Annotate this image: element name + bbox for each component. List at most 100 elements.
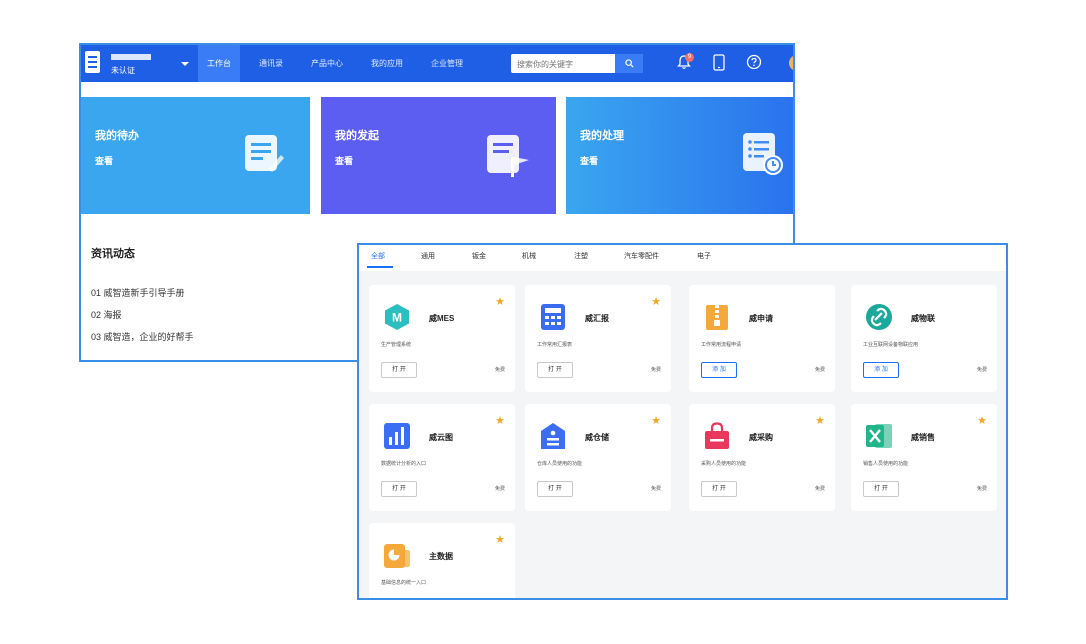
app-description: 工业互联网设备物联应用 [863,342,919,348]
open-button[interactable]: 打 开 [863,481,899,497]
nav-enterprise-admin[interactable]: 企业管理 [423,45,471,82]
active-tab-indicator [367,266,393,268]
folder-zip-icon [706,305,728,330]
app-name: 威销售 [911,433,935,442]
open-button[interactable]: 打 开 [701,481,737,497]
price-label: 免费 [814,367,825,373]
app-description: 工作常用汇报表 [537,342,573,348]
star-icon[interactable]: ★ [977,414,987,427]
app-card-iot[interactable]: 威物联 工业互联网设备物联应用 添 加 免费 [851,285,997,392]
document-flag-icon [487,135,529,177]
app-name: 威云图 [429,433,453,442]
list-clock-icon [743,133,783,175]
warehouse-icon [541,423,565,449]
news-item[interactable]: 03 威智造，企业的好帮手 [91,330,194,343]
price-label: 免费 [976,367,987,373]
price-label: 免费 [650,367,661,373]
price-label: 免费 [494,367,505,373]
card-view-link[interactable]: 查看 [335,154,353,167]
notification-badge: 9 [685,53,694,62]
mobile-icon[interactable] [713,54,725,75]
tab-sheet-metal[interactable]: 钣金 [472,251,486,261]
nav-contacts[interactable]: 通讯录 [251,45,291,82]
app-description: 生产管理系统 [381,342,412,348]
app-description: 仓库人员使用的功能 [537,461,583,467]
tab-machinery[interactable]: 机械 [522,251,536,261]
app-name: 主数据 [429,552,453,561]
tab-electronics[interactable]: 电子 [697,251,711,261]
add-button[interactable]: 添 加 [863,362,899,378]
star-icon[interactable]: ★ [495,414,505,427]
open-button[interactable]: 打 开 [537,481,573,497]
app-card-report[interactable]: 威汇报 ★ 工作常用汇报表 打 开 免费 [525,285,671,392]
app-card-sales[interactable]: 威销售 ★ 销售人员使用的功能 打 开 免费 [851,404,997,511]
card-my-todo[interactable]: 我的待办 查看 [81,97,310,214]
app-card-apply[interactable]: 威申请 工作常用流程申请 添 加 免费 [689,285,835,392]
tab-injection[interactable]: 注塑 [574,251,588,261]
pie-doc-icon [384,544,410,568]
star-icon[interactable]: ★ [495,295,505,308]
price-label: 免费 [814,486,825,492]
hexagon-m-icon: M [385,304,409,330]
price-label: 免费 [650,486,661,492]
search-input[interactable] [511,55,621,74]
app-description: 基础信息的统一入口 [381,580,427,586]
excel-icon [866,424,892,448]
card-title: 我的待办 [95,130,139,142]
open-button[interactable]: 打 开 [381,481,417,497]
card-my-initiated[interactable]: 我的发起 查看 [321,97,556,214]
avatar[interactable] [789,55,793,71]
app-card-warehouse[interactable]: 威仓储 ★ 仓库人员使用的功能 打 开 免费 [525,404,671,511]
document-edit-icon [245,135,284,172]
app-description: 采购人员使用的功能 [701,461,747,467]
app-card-mes[interactable]: M 威MES ★ 生产管理系统 打 开 免费 [369,285,515,392]
card-view-link[interactable]: 查看 [95,154,113,167]
tab-general[interactable]: 通用 [421,251,435,261]
open-button[interactable]: 打 开 [537,362,573,378]
app-name: 威仓储 [585,433,609,442]
search-icon [624,59,634,68]
star-icon[interactable]: ★ [651,295,661,308]
org-dropdown-icon[interactable] [181,62,189,66]
app-description: 销售人员使用的功能 [863,461,909,467]
app-name: 威物联 [911,314,935,323]
card-my-processed[interactable]: 我的处理 查看 [566,97,793,214]
price-label: 免费 [976,486,987,492]
category-tabs: 全部 通用 钣金 机械 注塑 汽车零配件 电子 [359,245,1006,271]
add-button[interactable]: 添 加 [701,362,737,378]
nav-workbench[interactable]: 工作台 [198,45,240,82]
open-button[interactable]: 打 开 [381,362,417,378]
star-icon[interactable]: ★ [651,414,661,427]
card-title: 我的发起 [335,130,379,142]
calculator-icon [541,304,565,330]
news-item[interactable]: 02 海报 [91,308,122,321]
app-name: 威MES [429,314,455,323]
app-list-window: 全部 通用 钣金 机械 注塑 汽车零配件 电子 M 威MES ★ 生产管理系统 … [357,243,1008,600]
app-name: 威申请 [749,314,773,323]
star-icon[interactable]: ★ [815,414,825,427]
app-name: 威采购 [749,433,773,442]
nav-my-apps[interactable]: 我的应用 [363,45,411,82]
org-status: 未认证 [111,66,135,75]
top-navigation-bar: 未认证 工作台 通讯录 产品中心 我的应用 企业管理 9 [81,45,793,82]
shopping-bag-icon [705,422,729,449]
nav-product-center[interactable]: 产品中心 [303,45,351,82]
star-icon[interactable]: ★ [495,533,505,546]
app-description: 工作常用流程申请 [701,342,742,348]
app-name: 威汇报 [585,314,609,323]
app-card-cloud-chart[interactable]: 威云图 ★ 数据统计分析的入口 打 开 免费 [369,404,515,511]
card-title: 我的处理 [580,130,624,142]
tab-auto-parts[interactable]: 汽车零配件 [624,251,659,261]
bar-chart-icon [384,423,410,449]
tab-all[interactable]: 全部 [371,251,385,261]
help-icon[interactable] [746,54,762,74]
search-box [511,54,643,74]
app-logo-icon[interactable] [85,51,100,73]
app-card-purchase[interactable]: 威采购 ★ 采购人员使用的功能 打 开 免费 [689,404,835,511]
search-button[interactable] [615,54,643,73]
news-item[interactable]: 01 威智造新手引导手册 [91,286,185,299]
app-description: 数据统计分析的入口 [381,461,427,467]
app-card-master-data[interactable]: 主数据 ★ 基础信息的统一入口 [369,523,515,598]
svg-text:M: M [392,311,402,325]
card-view-link[interactable]: 查看 [580,154,598,167]
